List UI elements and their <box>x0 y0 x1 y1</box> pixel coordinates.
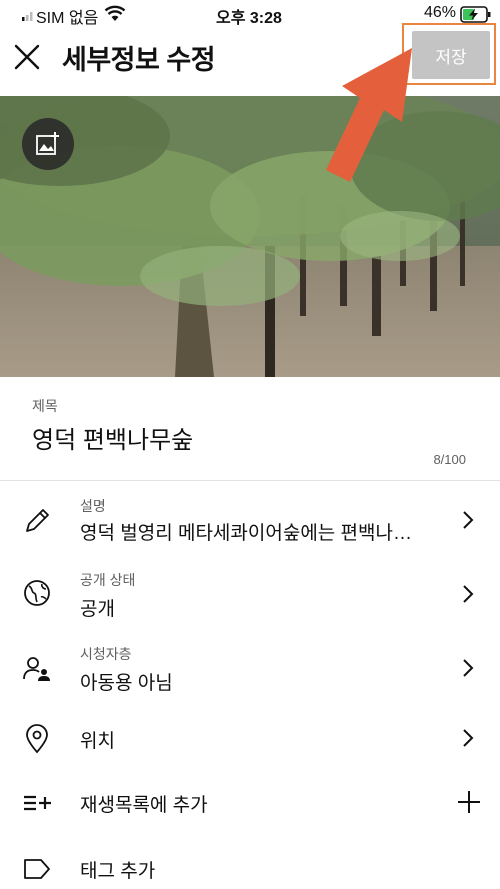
chevron-right-icon <box>463 585 474 603</box>
add-photo-icon <box>36 132 59 155</box>
chevron-right-icon <box>463 729 474 747</box>
wifi-icon <box>104 5 126 21</box>
description-value: 영덕 벌영리 메타세콰이어숲에는 편백나… <box>80 523 412 544</box>
chevron-right-icon <box>463 511 474 529</box>
close-icon[interactable] <box>12 42 42 72</box>
tag-icon <box>24 859 50 879</box>
chevron-right-icon <box>463 659 474 677</box>
title-label: 제목 <box>32 398 58 414</box>
pencil-icon <box>26 509 49 532</box>
visibility-value: 공개 <box>80 599 115 620</box>
audience-value: 아동용 아님 <box>80 673 173 694</box>
add-to-playlist-row[interactable]: 재생목록에 추가 <box>0 780 500 824</box>
playlist-add-icon <box>24 795 51 811</box>
location-label: 위치 <box>80 731 115 752</box>
change-thumbnail-button[interactable] <box>22 118 74 170</box>
carrier-label: SIM 없음 <box>36 10 99 27</box>
add-tags-label: 태그 추가 <box>80 861 156 882</box>
title-field[interactable]: 제목 영덕 편백나무숲 8/100 <box>0 378 500 481</box>
audience-row[interactable]: 시청자층 아동용 아님 <box>0 640 500 708</box>
globe-icon <box>24 580 50 606</box>
description-label: 설명 <box>80 498 106 514</box>
title-input[interactable]: 영덕 편백나무숲 <box>32 420 193 455</box>
battery-percent: 46% <box>424 4 457 21</box>
signal-icon <box>22 12 33 21</box>
add-tags-row[interactable]: 태그 추가 <box>0 846 500 889</box>
visibility-label: 공개 상태 <box>80 572 136 588</box>
video-thumbnail[interactable] <box>0 96 500 377</box>
title-char-counter: 8/100 <box>433 452 466 467</box>
add-to-playlist-label: 재생목록에 추가 <box>80 795 208 816</box>
plus-icon[interactable] <box>456 789 482 815</box>
audience-label: 시청자층 <box>80 646 132 662</box>
audience-icon <box>23 657 50 681</box>
location-pin-icon <box>26 724 48 754</box>
description-row[interactable]: 설명 영덕 벌영리 메타세콰이어숲에는 편백나… <box>0 490 500 558</box>
save-button[interactable]: 저장 <box>412 31 490 79</box>
forest-image <box>0 96 500 377</box>
page-title: 세부정보 수정 <box>62 45 216 75</box>
header: 세부정보 수정 저장 <box>0 23 500 96</box>
battery-charging-icon <box>460 6 491 23</box>
location-row[interactable]: 위치 <box>0 716 500 760</box>
visibility-row[interactable]: 공개 상태 공개 <box>0 566 500 634</box>
clock: 오후 3:28 <box>216 10 282 27</box>
